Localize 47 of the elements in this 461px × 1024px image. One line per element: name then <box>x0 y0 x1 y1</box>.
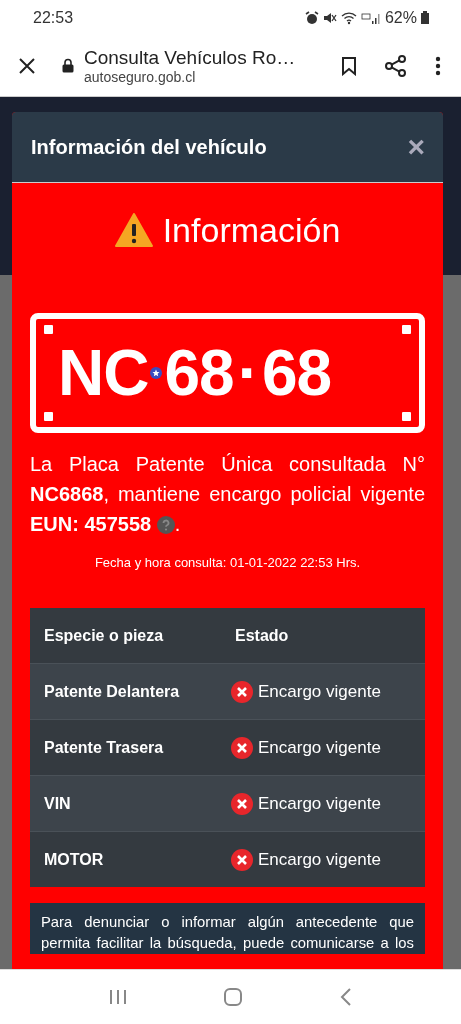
url-text: autoseguro.gob.cl <box>84 68 197 85</box>
bolt-icon <box>44 325 53 334</box>
plate-separator: · <box>237 341 258 405</box>
plate-digits: 68 <box>164 341 234 405</box>
bolt-icon <box>44 412 53 421</box>
recent-apps-icon[interactable] <box>108 989 127 1005</box>
table-cell-text: Patente Delantera <box>43 682 181 701</box>
plate-digits: 68 <box>261 341 332 405</box>
info-heading: Información <box>162 210 341 250</box>
close-button[interactable]: × <box>405 132 427 162</box>
warning-icon <box>114 213 153 247</box>
alarm-icon <box>304 10 319 25</box>
star-emblem-icon <box>150 367 163 379</box>
plate-letters: NC <box>58 341 149 405</box>
table-cell-text: MOTOR <box>43 850 105 869</box>
mute-icon <box>322 10 337 25</box>
status-message: La Placa Patente Única consultada N° NC6868, mantiene encargo policial vigente EUN: 457558 . <box>30 452 425 537</box>
clock-time: 22:53 <box>33 8 74 27</box>
notice-text: Para denunciar o informar algún antecedente que permita facilitar la búsqueda, puede comunicarse a los <box>41 913 414 953</box>
home-icon[interactable] <box>224 988 243 1006</box>
error-icon <box>231 736 253 759</box>
share-icon[interactable] <box>385 54 407 77</box>
query-timestamp: Fecha y hora consulta: 01-01-2022 22:53 Hrs. <box>93 555 362 570</box>
dialog-title: Información del vehículo <box>31 135 267 159</box>
menu-icon[interactable] <box>435 55 441 76</box>
table-cell: Encargo vigente <box>258 849 381 870</box>
table-cell: Encargo vigente <box>258 681 381 702</box>
error-icon <box>231 680 253 703</box>
bolt-icon <box>402 412 411 421</box>
close-icon[interactable] <box>18 56 36 75</box>
bookmark-icon[interactable] <box>341 55 357 76</box>
column-header: Estado <box>234 626 290 645</box>
column-header: Especie o pieza <box>43 626 165 645</box>
wifi-icon <box>340 10 357 25</box>
error-icon <box>231 848 253 871</box>
table-cell-text: Patente Trasera <box>43 738 165 757</box>
lock-icon <box>62 58 74 73</box>
battery-level: 62% <box>384 8 417 27</box>
battery-icon <box>421 11 429 24</box>
bolt-icon <box>402 325 411 334</box>
error-icon <box>231 792 253 815</box>
signal-icon <box>360 10 381 25</box>
page-title: Consulta Vehículos Ro… <box>84 46 297 69</box>
back-icon[interactable] <box>340 988 353 1006</box>
table-cell-text: VIN <box>43 794 72 813</box>
table-cell: Encargo vigente <box>258 737 381 758</box>
table-cell: Encargo vigente <box>258 793 381 814</box>
